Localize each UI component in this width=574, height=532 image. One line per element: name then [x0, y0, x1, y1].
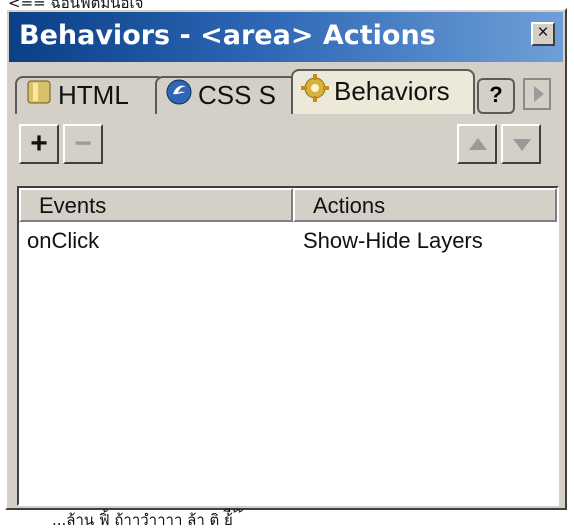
events-column-header[interactable]: Events	[19, 188, 293, 222]
move-down-button[interactable]	[501, 124, 541, 164]
tab-css-label: CSS S	[198, 80, 277, 110]
behaviors-gear-icon	[301, 74, 329, 109]
tab-strip: HTML CSS S Behaviors ?	[15, 66, 557, 116]
tab-css-styles[interactable]: CSS S	[155, 76, 305, 114]
behaviors-toolbar: + −	[19, 124, 553, 170]
panel-title: Behaviors - <area> Actions	[19, 20, 436, 51]
tab-scroll-right-icon[interactable]	[523, 78, 551, 110]
tab-html[interactable]: HTML	[15, 76, 165, 114]
help-icon[interactable]: ?	[477, 78, 515, 114]
move-up-button[interactable]	[457, 124, 497, 164]
html-icon	[25, 78, 53, 113]
event-cell: onClick	[27, 228, 100, 253]
css-icon	[165, 78, 193, 113]
behaviors-panel: Behaviors - <area> Actions × HTML CSS S …	[5, 8, 567, 510]
behaviors-table: Events Actions onClick Show-Hide Layers	[17, 186, 559, 506]
title-bar[interactable]: Behaviors - <area> Actions ×	[9, 12, 563, 62]
add-behavior-button[interactable]: +	[19, 124, 59, 164]
table-header: Events Actions	[19, 188, 557, 222]
bottom-annotation-text: ...ล้าน ฟิ้ ถ้าาวำาาา ล้า ติ ย้ี ้ ้	[52, 511, 243, 529]
tab-html-label: HTML	[58, 80, 129, 110]
tab-behaviors[interactable]: Behaviors	[291, 69, 475, 114]
remove-behavior-button[interactable]: −	[63, 124, 103, 164]
close-button[interactable]: ×	[531, 22, 555, 46]
tab-behaviors-label: Behaviors	[334, 76, 450, 106]
action-cell: Show-Hide Layers	[303, 228, 483, 253]
table-row[interactable]: onClick Show-Hide Layers	[19, 226, 557, 260]
actions-column-header[interactable]: Actions	[293, 188, 557, 222]
